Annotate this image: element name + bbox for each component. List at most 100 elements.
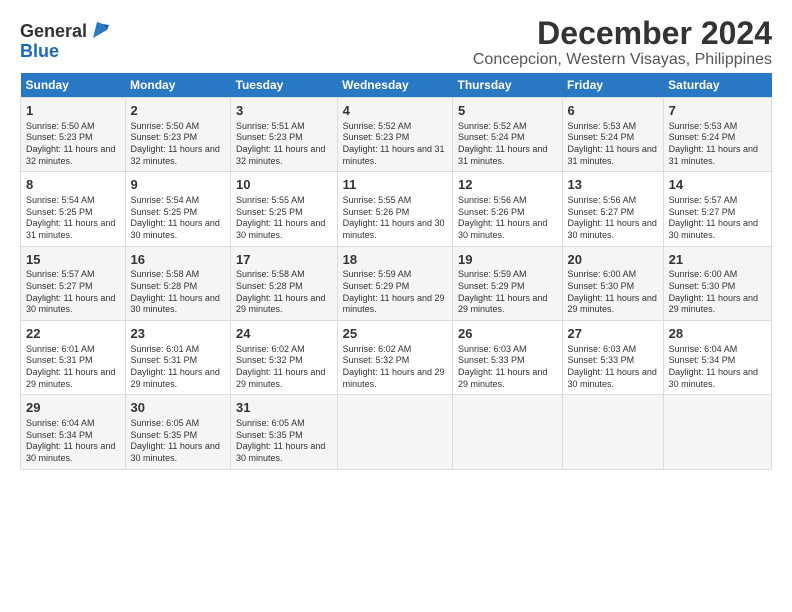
day-number: 5 bbox=[458, 102, 557, 120]
calendar-cell: 6Sunrise: 5:53 AMSunset: 5:24 PMDaylight… bbox=[562, 98, 663, 172]
calendar-cell: 7Sunrise: 5:53 AMSunset: 5:24 PMDaylight… bbox=[663, 98, 771, 172]
daylight-text: Daylight: 11 hours and 29 minutes. bbox=[568, 293, 658, 316]
sunset-text: Sunset: 5:33 PM bbox=[458, 355, 557, 367]
sunrise-text: Sunrise: 6:00 AM bbox=[669, 269, 766, 281]
daylight-text: Daylight: 11 hours and 30 minutes. bbox=[568, 218, 658, 241]
sunset-text: Sunset: 5:31 PM bbox=[26, 355, 120, 367]
sunrise-text: Sunrise: 6:05 AM bbox=[131, 418, 225, 430]
week-row-3: 15Sunrise: 5:57 AMSunset: 5:27 PMDayligh… bbox=[21, 246, 772, 320]
calendar-cell: 31Sunrise: 6:05 AMSunset: 5:35 PMDayligh… bbox=[231, 395, 338, 469]
daylight-text: Daylight: 11 hours and 32 minutes. bbox=[236, 144, 332, 167]
sunset-text: Sunset: 5:23 PM bbox=[26, 132, 120, 144]
sunrise-text: Sunrise: 5:57 AM bbox=[26, 269, 120, 281]
calendar-cell: 15Sunrise: 5:57 AMSunset: 5:27 PMDayligh… bbox=[21, 246, 126, 320]
calendar-cell: 16Sunrise: 5:58 AMSunset: 5:28 PMDayligh… bbox=[125, 246, 230, 320]
sunrise-text: Sunrise: 6:01 AM bbox=[26, 344, 120, 356]
sunset-text: Sunset: 5:23 PM bbox=[131, 132, 225, 144]
sunset-text: Sunset: 5:29 PM bbox=[458, 281, 557, 293]
daylight-text: Daylight: 11 hours and 29 minutes. bbox=[343, 367, 447, 390]
sunset-text: Sunset: 5:32 PM bbox=[343, 355, 447, 367]
header-day-sunday: Sunday bbox=[21, 73, 126, 98]
daylight-text: Daylight: 11 hours and 29 minutes. bbox=[26, 367, 120, 390]
calendar-cell: 29Sunrise: 6:04 AMSunset: 5:34 PMDayligh… bbox=[21, 395, 126, 469]
sunset-text: Sunset: 5:24 PM bbox=[669, 132, 766, 144]
sunset-text: Sunset: 5:32 PM bbox=[236, 355, 332, 367]
sunrise-text: Sunrise: 6:03 AM bbox=[458, 344, 557, 356]
daylight-text: Daylight: 11 hours and 31 minutes. bbox=[343, 144, 447, 167]
daylight-text: Daylight: 11 hours and 30 minutes. bbox=[568, 367, 658, 390]
calendar-cell: 27Sunrise: 6:03 AMSunset: 5:33 PMDayligh… bbox=[562, 321, 663, 395]
day-number: 24 bbox=[236, 325, 332, 343]
sunset-text: Sunset: 5:25 PM bbox=[26, 207, 120, 219]
sunset-text: Sunset: 5:30 PM bbox=[669, 281, 766, 293]
sunrise-text: Sunrise: 5:53 AM bbox=[669, 121, 766, 133]
sunrise-text: Sunrise: 5:50 AM bbox=[26, 121, 120, 133]
daylight-text: Daylight: 11 hours and 29 minutes. bbox=[236, 293, 332, 316]
sunrise-text: Sunrise: 5:58 AM bbox=[131, 269, 225, 281]
sunrise-text: Sunrise: 5:59 AM bbox=[343, 269, 447, 281]
calendar-cell: 26Sunrise: 6:03 AMSunset: 5:33 PMDayligh… bbox=[453, 321, 563, 395]
sunset-text: Sunset: 5:27 PM bbox=[669, 207, 766, 219]
calendar-cell: 11Sunrise: 5:55 AMSunset: 5:26 PMDayligh… bbox=[337, 172, 452, 246]
calendar-cell bbox=[453, 395, 563, 469]
daylight-text: Daylight: 11 hours and 29 minutes. bbox=[131, 367, 225, 390]
calendar-cell: 2Sunrise: 5:50 AMSunset: 5:23 PMDaylight… bbox=[125, 98, 230, 172]
daylight-text: Daylight: 11 hours and 30 minutes. bbox=[669, 218, 766, 241]
sunset-text: Sunset: 5:35 PM bbox=[236, 430, 332, 442]
daylight-text: Daylight: 11 hours and 29 minutes. bbox=[236, 367, 332, 390]
day-number: 20 bbox=[568, 251, 658, 269]
daylight-text: Daylight: 11 hours and 30 minutes. bbox=[26, 293, 120, 316]
day-number: 19 bbox=[458, 251, 557, 269]
daylight-text: Daylight: 11 hours and 32 minutes. bbox=[131, 144, 225, 167]
day-number: 21 bbox=[669, 251, 766, 269]
header: General Blue December 2024 Concepcion, W… bbox=[20, 16, 772, 69]
week-row-5: 29Sunrise: 6:04 AMSunset: 5:34 PMDayligh… bbox=[21, 395, 772, 469]
day-number: 29 bbox=[26, 399, 120, 417]
day-number: 7 bbox=[669, 102, 766, 120]
sunset-text: Sunset: 5:27 PM bbox=[568, 207, 658, 219]
daylight-text: Daylight: 11 hours and 30 minutes. bbox=[131, 293, 225, 316]
sunrise-text: Sunrise: 5:59 AM bbox=[458, 269, 557, 281]
sunset-text: Sunset: 5:28 PM bbox=[236, 281, 332, 293]
sunrise-text: Sunrise: 5:56 AM bbox=[568, 195, 658, 207]
calendar-cell: 10Sunrise: 5:55 AMSunset: 5:25 PMDayligh… bbox=[231, 172, 338, 246]
calendar-cell: 25Sunrise: 6:02 AMSunset: 5:32 PMDayligh… bbox=[337, 321, 452, 395]
sunset-text: Sunset: 5:28 PM bbox=[131, 281, 225, 293]
daylight-text: Daylight: 11 hours and 31 minutes. bbox=[458, 144, 557, 167]
header-day-monday: Monday bbox=[125, 73, 230, 98]
daylight-text: Daylight: 11 hours and 30 minutes. bbox=[458, 218, 557, 241]
header-day-friday: Friday bbox=[562, 73, 663, 98]
sunrise-text: Sunrise: 6:02 AM bbox=[343, 344, 447, 356]
sunrise-text: Sunrise: 6:00 AM bbox=[568, 269, 658, 281]
sunrise-text: Sunrise: 5:55 AM bbox=[236, 195, 332, 207]
sunset-text: Sunset: 5:27 PM bbox=[26, 281, 120, 293]
calendar-cell: 5Sunrise: 5:52 AMSunset: 5:24 PMDaylight… bbox=[453, 98, 563, 172]
calendar-cell bbox=[337, 395, 452, 469]
calendar-cell: 19Sunrise: 5:59 AMSunset: 5:29 PMDayligh… bbox=[453, 246, 563, 320]
daylight-text: Daylight: 11 hours and 30 minutes. bbox=[131, 441, 225, 464]
calendar-cell: 12Sunrise: 5:56 AMSunset: 5:26 PMDayligh… bbox=[453, 172, 563, 246]
sunset-text: Sunset: 5:24 PM bbox=[568, 132, 658, 144]
day-number: 25 bbox=[343, 325, 447, 343]
calendar-cell: 23Sunrise: 6:01 AMSunset: 5:31 PMDayligh… bbox=[125, 321, 230, 395]
sunrise-text: Sunrise: 5:58 AM bbox=[236, 269, 332, 281]
calendar-cell: 22Sunrise: 6:01 AMSunset: 5:31 PMDayligh… bbox=[21, 321, 126, 395]
main-title: December 2024 bbox=[473, 16, 772, 51]
day-number: 6 bbox=[568, 102, 658, 120]
week-row-4: 22Sunrise: 6:01 AMSunset: 5:31 PMDayligh… bbox=[21, 321, 772, 395]
sunset-text: Sunset: 5:24 PM bbox=[458, 132, 557, 144]
sunrise-text: Sunrise: 5:55 AM bbox=[343, 195, 447, 207]
sunset-text: Sunset: 5:25 PM bbox=[131, 207, 225, 219]
calendar-cell: 9Sunrise: 5:54 AMSunset: 5:25 PMDaylight… bbox=[125, 172, 230, 246]
sunset-text: Sunset: 5:34 PM bbox=[26, 430, 120, 442]
day-number: 23 bbox=[131, 325, 225, 343]
sunrise-text: Sunrise: 5:50 AM bbox=[131, 121, 225, 133]
day-number: 9 bbox=[131, 176, 225, 194]
daylight-text: Daylight: 11 hours and 31 minutes. bbox=[669, 144, 766, 167]
daylight-text: Daylight: 11 hours and 29 minutes. bbox=[458, 293, 557, 316]
sunset-text: Sunset: 5:30 PM bbox=[568, 281, 658, 293]
calendar-cell: 21Sunrise: 6:00 AMSunset: 5:30 PMDayligh… bbox=[663, 246, 771, 320]
sunrise-text: Sunrise: 6:02 AM bbox=[236, 344, 332, 356]
sunrise-text: Sunrise: 5:51 AM bbox=[236, 121, 332, 133]
day-number: 11 bbox=[343, 176, 447, 194]
